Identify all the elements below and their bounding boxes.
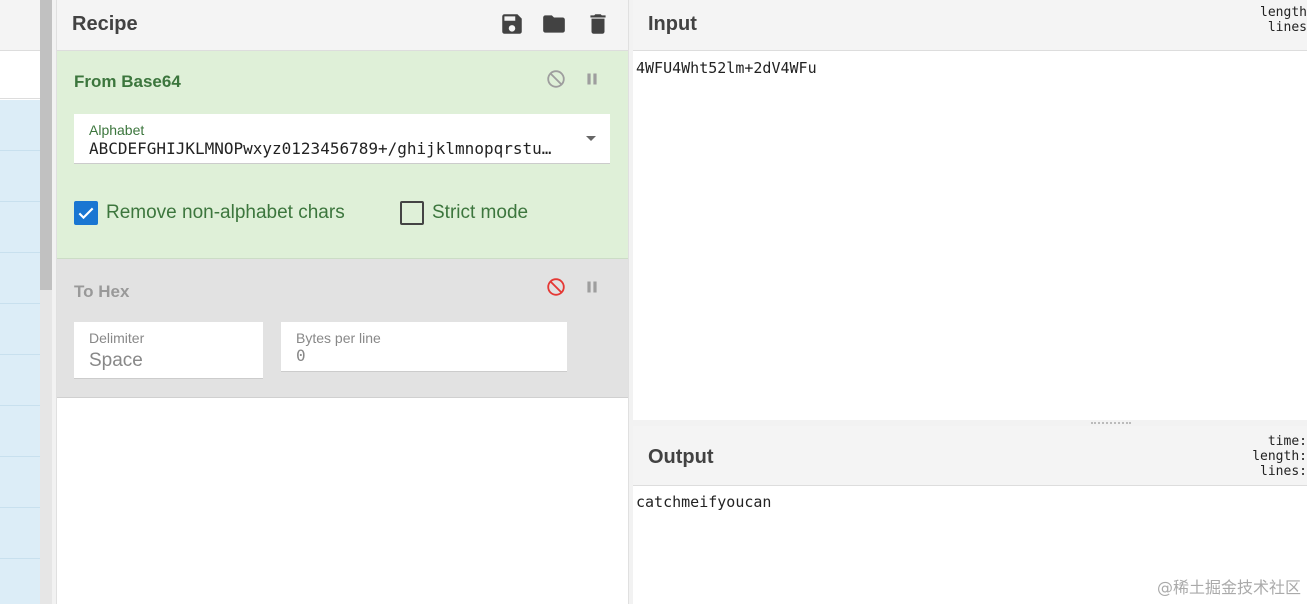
list-item[interactable] [0,406,40,457]
list-item[interactable] [0,151,40,202]
operations-search-band [0,0,40,51]
input-header: Input length lines [633,0,1307,51]
operations-favourites-band [0,52,40,99]
resize-grip-icon[interactable] [1091,422,1131,424]
list-item[interactable] [0,559,40,604]
list-item[interactable] [0,508,40,559]
bytes-per-line-label: Bytes per line [296,330,381,346]
alphabet-select[interactable]: Alphabet ABCDEFGHIJKLMNOPwxyz0123456789+… [74,114,610,164]
trash-icon[interactable] [585,11,611,37]
check-icon [78,207,94,220]
remove-nonalpha-label: Remove non-alphabet chars [106,202,345,223]
list-item[interactable] [0,457,40,508]
input-title: Input [648,13,697,35]
pause-icon[interactable] [581,276,603,298]
save-icon[interactable] [499,11,525,37]
operations-list [0,0,40,604]
recipe-pane: Recipe From Base64 Alphabet ABCDEFGHIJKL… [57,0,628,604]
delimiter-label: Delimiter [89,330,145,346]
delimiter-value: Space [89,350,143,371]
operation-to-hex[interactable]: To Hex Delimiter Space Bytes per line 0 [57,259,628,398]
watermark: @稀土掘金技术社区 [1156,578,1301,597]
bytes-per-line-field[interactable]: Bytes per line 0 [281,322,567,372]
operation-title: To Hex [74,282,130,301]
pause-icon[interactable] [581,68,603,90]
strict-mode-label: Strict mode [432,202,529,223]
list-item[interactable] [0,355,40,406]
folder-icon[interactable] [541,11,567,37]
alphabet-value: ABCDEFGHIJKLMNOPwxyz0123456789+/ghijklmn… [89,139,560,158]
list-item[interactable] [0,100,40,151]
operations-category-list [0,100,40,604]
delimiter-field[interactable]: Delimiter Space [74,322,263,379]
output-header: Output time: length: lines: [633,426,1307,486]
list-item[interactable] [0,253,40,304]
remove-nonalpha-option[interactable]: Remove non-alphabet chars [74,201,345,225]
alphabet-label: Alphabet [89,122,145,138]
disable-icon[interactable] [545,276,567,298]
scrollbar-thumb[interactable] [40,0,52,290]
output-stats: time: length: lines: [1252,434,1307,479]
strict-mode-checkbox[interactable] [400,201,424,225]
input-stats: length lines [1260,5,1307,35]
chevron-down-icon[interactable] [586,136,596,141]
list-item[interactable] [0,202,40,253]
recipe-header: Recipe [57,0,628,51]
list-item[interactable] [0,304,40,355]
output-text[interactable]: catchmeifyoucan [636,493,771,511]
bytes-per-line-value: 0 [296,346,306,365]
operation-from-base64[interactable]: From Base64 Alphabet ABCDEFGHIJKLMNOPwxy… [57,51,628,259]
input-pane: Input length lines 4WFU4Wht52lm+2dV4WFu [633,0,1307,420]
operation-title: From Base64 [74,72,181,91]
recipe-title: Recipe [72,13,138,35]
input-textarea[interactable]: 4WFU4Wht52lm+2dV4WFu [636,59,817,77]
strict-mode-option[interactable]: Strict mode [400,201,528,225]
output-title: Output [648,446,714,468]
disable-icon[interactable] [545,68,567,90]
remove-nonalpha-checkbox[interactable] [74,201,98,225]
